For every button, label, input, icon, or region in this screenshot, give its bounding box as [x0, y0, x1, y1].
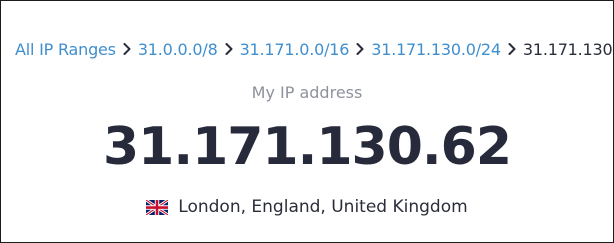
- location-text: London, England, United Kingdom: [178, 197, 468, 217]
- breadcrumb-link-range-24[interactable]: 31.171.130.0/24: [371, 40, 501, 59]
- uk-flag-icon: [146, 199, 169, 215]
- breadcrumb: All IP Ranges 31.0.0.0/8 31.171.0.0/16 3…: [15, 37, 614, 61]
- chevron-right-icon: [349, 37, 371, 61]
- ip-info-panel: All IP Ranges 31.0.0.0/8 31.171.0.0/16 3…: [0, 0, 614, 243]
- ip-address: 31.171.130.62: [102, 117, 512, 177]
- breadcrumb-current: 31.171.130.62: [522, 39, 614, 59]
- location-row: London, England, United Kingdom: [1, 197, 613, 217]
- chevron-right-icon: [218, 37, 240, 61]
- page-subtitle: My IP address: [251, 83, 363, 102]
- breadcrumb-link-all-ip-ranges[interactable]: All IP Ranges: [15, 40, 116, 59]
- breadcrumb-link-range-16[interactable]: 31.171.0.0/16: [240, 40, 350, 59]
- chevron-right-icon: [116, 37, 138, 61]
- breadcrumb-link-range-8[interactable]: 31.0.0.0/8: [138, 40, 218, 59]
- chevron-right-icon: [501, 37, 523, 61]
